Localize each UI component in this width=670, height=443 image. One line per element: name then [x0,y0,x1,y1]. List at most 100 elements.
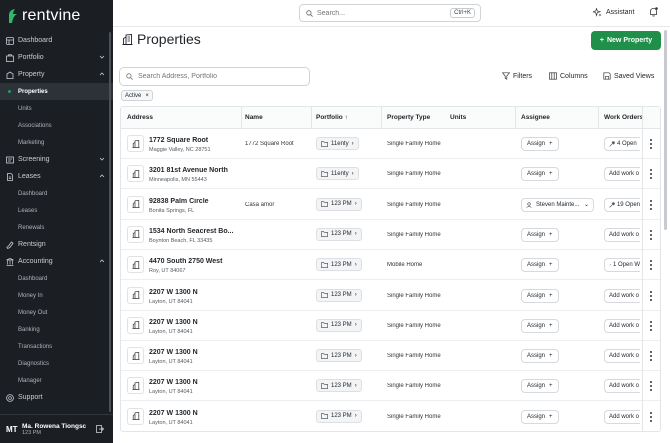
sidebar-subitem-dashboard[interactable]: Dashboard [0,185,113,202]
sidebar-subitem-associations[interactable]: Associations [0,117,113,134]
assistant-button[interactable]: Assistant [593,8,634,17]
address-street[interactable]: 1534 North Seacrest Bo... [149,228,237,235]
work-orders-button[interactable]: Add work o [604,227,640,242]
row-actions-icon[interactable] [648,139,654,149]
user-profile[interactable]: MT Ma. Rowena Tiongsc 123 PM [0,414,113,443]
portfolio-tag[interactable]: 11enty › [316,137,359,150]
address-street[interactable]: 1772 Square Root [149,137,237,144]
table-row[interactable]: 2207 W 1300 N Layton, UT 84041 123 PM › Sing… [121,341,660,372]
sidebar-item-accounting[interactable]: Accounting [0,253,113,270]
assign-button[interactable]: Assign + [521,167,559,182]
new-property-button[interactable]: + New Property [591,31,661,50]
column-header-work-orders[interactable]: Work Orders [604,114,643,121]
address-street[interactable]: 2207 W 1300 N [149,289,237,296]
table-row[interactable]: 2207 W 1300 N Layton, UT 84041 123 PM › Sing… [121,281,660,311]
sidebar-subitem-money-in[interactable]: Money In [0,287,113,304]
assign-button[interactable]: Assign + [521,318,559,333]
assign-button[interactable]: Assign + [521,288,559,303]
property-search[interactable] [119,67,310,86]
property-search-input[interactable] [138,73,298,80]
sidebar-item-dashboard[interactable]: Dashboard [0,32,113,49]
assign-button[interactable]: Assign + [521,137,559,151]
address-street[interactable]: 2207 W 1300 N [149,410,237,417]
sidebar-item-screening[interactable]: Screening [0,151,113,168]
sidebar-item-leases[interactable]: Leases [0,168,113,185]
portfolio-tag[interactable]: 11enty › [316,167,359,181]
portfolio-tag[interactable]: 123 PM › [316,288,362,302]
global-search-input[interactable] [317,9,437,17]
page-scrollbar[interactable] [664,30,667,230]
assign-button[interactable]: Assign + [521,258,559,273]
chevron-up-icon[interactable] [99,173,105,179]
portfolio-tag[interactable]: 123 PM › [316,349,362,363]
sidebar-subitem-renewals[interactable]: Renewals [0,219,113,236]
column-header-name[interactable]: Name [245,114,263,121]
sidebar-scrollbar[interactable] [109,32,111,412]
logout-icon[interactable] [96,425,104,433]
work-orders-button[interactable]: Add work o [604,349,640,364]
row-actions-icon[interactable] [648,199,654,210]
sidebar-subitem-properties[interactable]: Properties [0,83,113,100]
notification-bell-icon[interactable] [649,7,658,17]
filters-button[interactable]: Filters [502,72,532,80]
sidebar-subitem-manager[interactable]: Manager [0,372,113,389]
work-orders-button[interactable]: 1 Open W [604,258,640,273]
row-actions-icon[interactable] [648,411,654,422]
work-orders-button[interactable]: Add work o [604,318,640,333]
table-row[interactable]: 4470 South 2750 West Roy, UT 84067 123 PM ›… [121,250,660,281]
sidebar-item-rentsign[interactable]: Rentsign [0,236,113,253]
table-row[interactable]: 1534 North Seacrest Bo... Boynton Beach, … [121,220,660,250]
chip-close-icon[interactable]: × [145,93,149,99]
row-actions-icon[interactable] [648,381,654,392]
active-filter-chip[interactable]: Active × [121,90,153,101]
sidebar-subitem-marketing[interactable]: Marketing [0,134,113,151]
assign-button[interactable]: Assign + [521,349,559,364]
address-street[interactable]: 2207 W 1300 N [149,379,237,386]
sidebar-subitem-banking[interactable]: Banking [0,321,113,338]
portfolio-tag[interactable]: 123 PM › [316,258,362,272]
sidebar-subitem-transactions[interactable]: Transactions [0,338,113,355]
column-header-assignee[interactable]: Assignee [521,114,550,121]
sidebar-item-property[interactable]: Property [0,66,113,83]
work-orders-button[interactable]: Add work o [604,288,640,303]
row-actions-icon[interactable] [648,260,654,271]
table-row[interactable]: 3201 81st Avenue North Minneapolis, MN 55… [121,159,660,190]
assignee-select[interactable]: Steven Mainte... ⌄ [521,197,594,212]
chevron-down-icon[interactable] [99,54,105,60]
work-orders-button[interactable]: Add work o [604,409,640,424]
global-search[interactable]: Ctrl+K [299,4,481,22]
portfolio-tag[interactable]: 123 PM › [316,197,362,211]
rentvine-logo[interactable]: rentvine [7,7,81,25]
saved-views-button[interactable]: Saved Views [603,72,654,80]
work-orders-button[interactable]: 19 Open [604,197,640,212]
table-row[interactable]: 92838 Palm Circle Bonita Springs, FL Casa … [121,190,660,220]
row-actions-icon[interactable] [648,290,654,301]
portfolio-tag[interactable]: 123 PM › [316,409,362,423]
sidebar-subitem-dashboard[interactable]: Dashboard [0,270,113,287]
table-row[interactable]: 2207 W 1300 N Layton, UT 84041 123 PM › Sing… [121,371,660,402]
table-row[interactable]: 2207 W 1300 N Layton, UT 84041 123 PM › Sing… [121,311,660,341]
address-street[interactable]: 2207 W 1300 N [149,319,237,326]
table-row[interactable]: 2207 W 1300 N Layton, UT 84041 123 PM › Sing… [121,402,660,431]
column-header-address[interactable]: Address [127,114,153,121]
columns-button[interactable]: Columns [549,72,588,80]
sidebar-subitem-units[interactable]: Units [0,100,113,117]
row-actions-icon[interactable] [648,169,654,180]
chevron-up-icon[interactable] [99,71,105,77]
sidebar-item-support[interactable]: Support [0,389,113,406]
portfolio-tag[interactable]: 123 PM › [316,379,362,393]
row-actions-icon[interactable] [648,229,654,240]
table-row[interactable]: 1772 Square Root Maggie Valley, NC 28751 1… [121,129,660,159]
portfolio-tag[interactable]: 123 PM › [316,227,362,241]
row-actions-icon[interactable] [648,351,654,362]
sidebar-subitem-diagnostics[interactable]: Diagnostics [0,355,113,372]
chevron-down-icon[interactable] [99,156,105,162]
assign-button[interactable]: Assign + [521,409,559,424]
row-actions-icon[interactable] [648,320,654,331]
column-header-portfolio[interactable]: Portfolio ↑ [316,114,348,121]
portfolio-tag[interactable]: 123 PM › [316,318,362,332]
address-street[interactable]: 92838 Palm Circle [149,198,237,205]
assign-button[interactable]: Assign + [521,227,559,242]
address-street[interactable]: 2207 W 1300 N [149,349,237,356]
chevron-up-icon[interactable] [99,258,105,264]
